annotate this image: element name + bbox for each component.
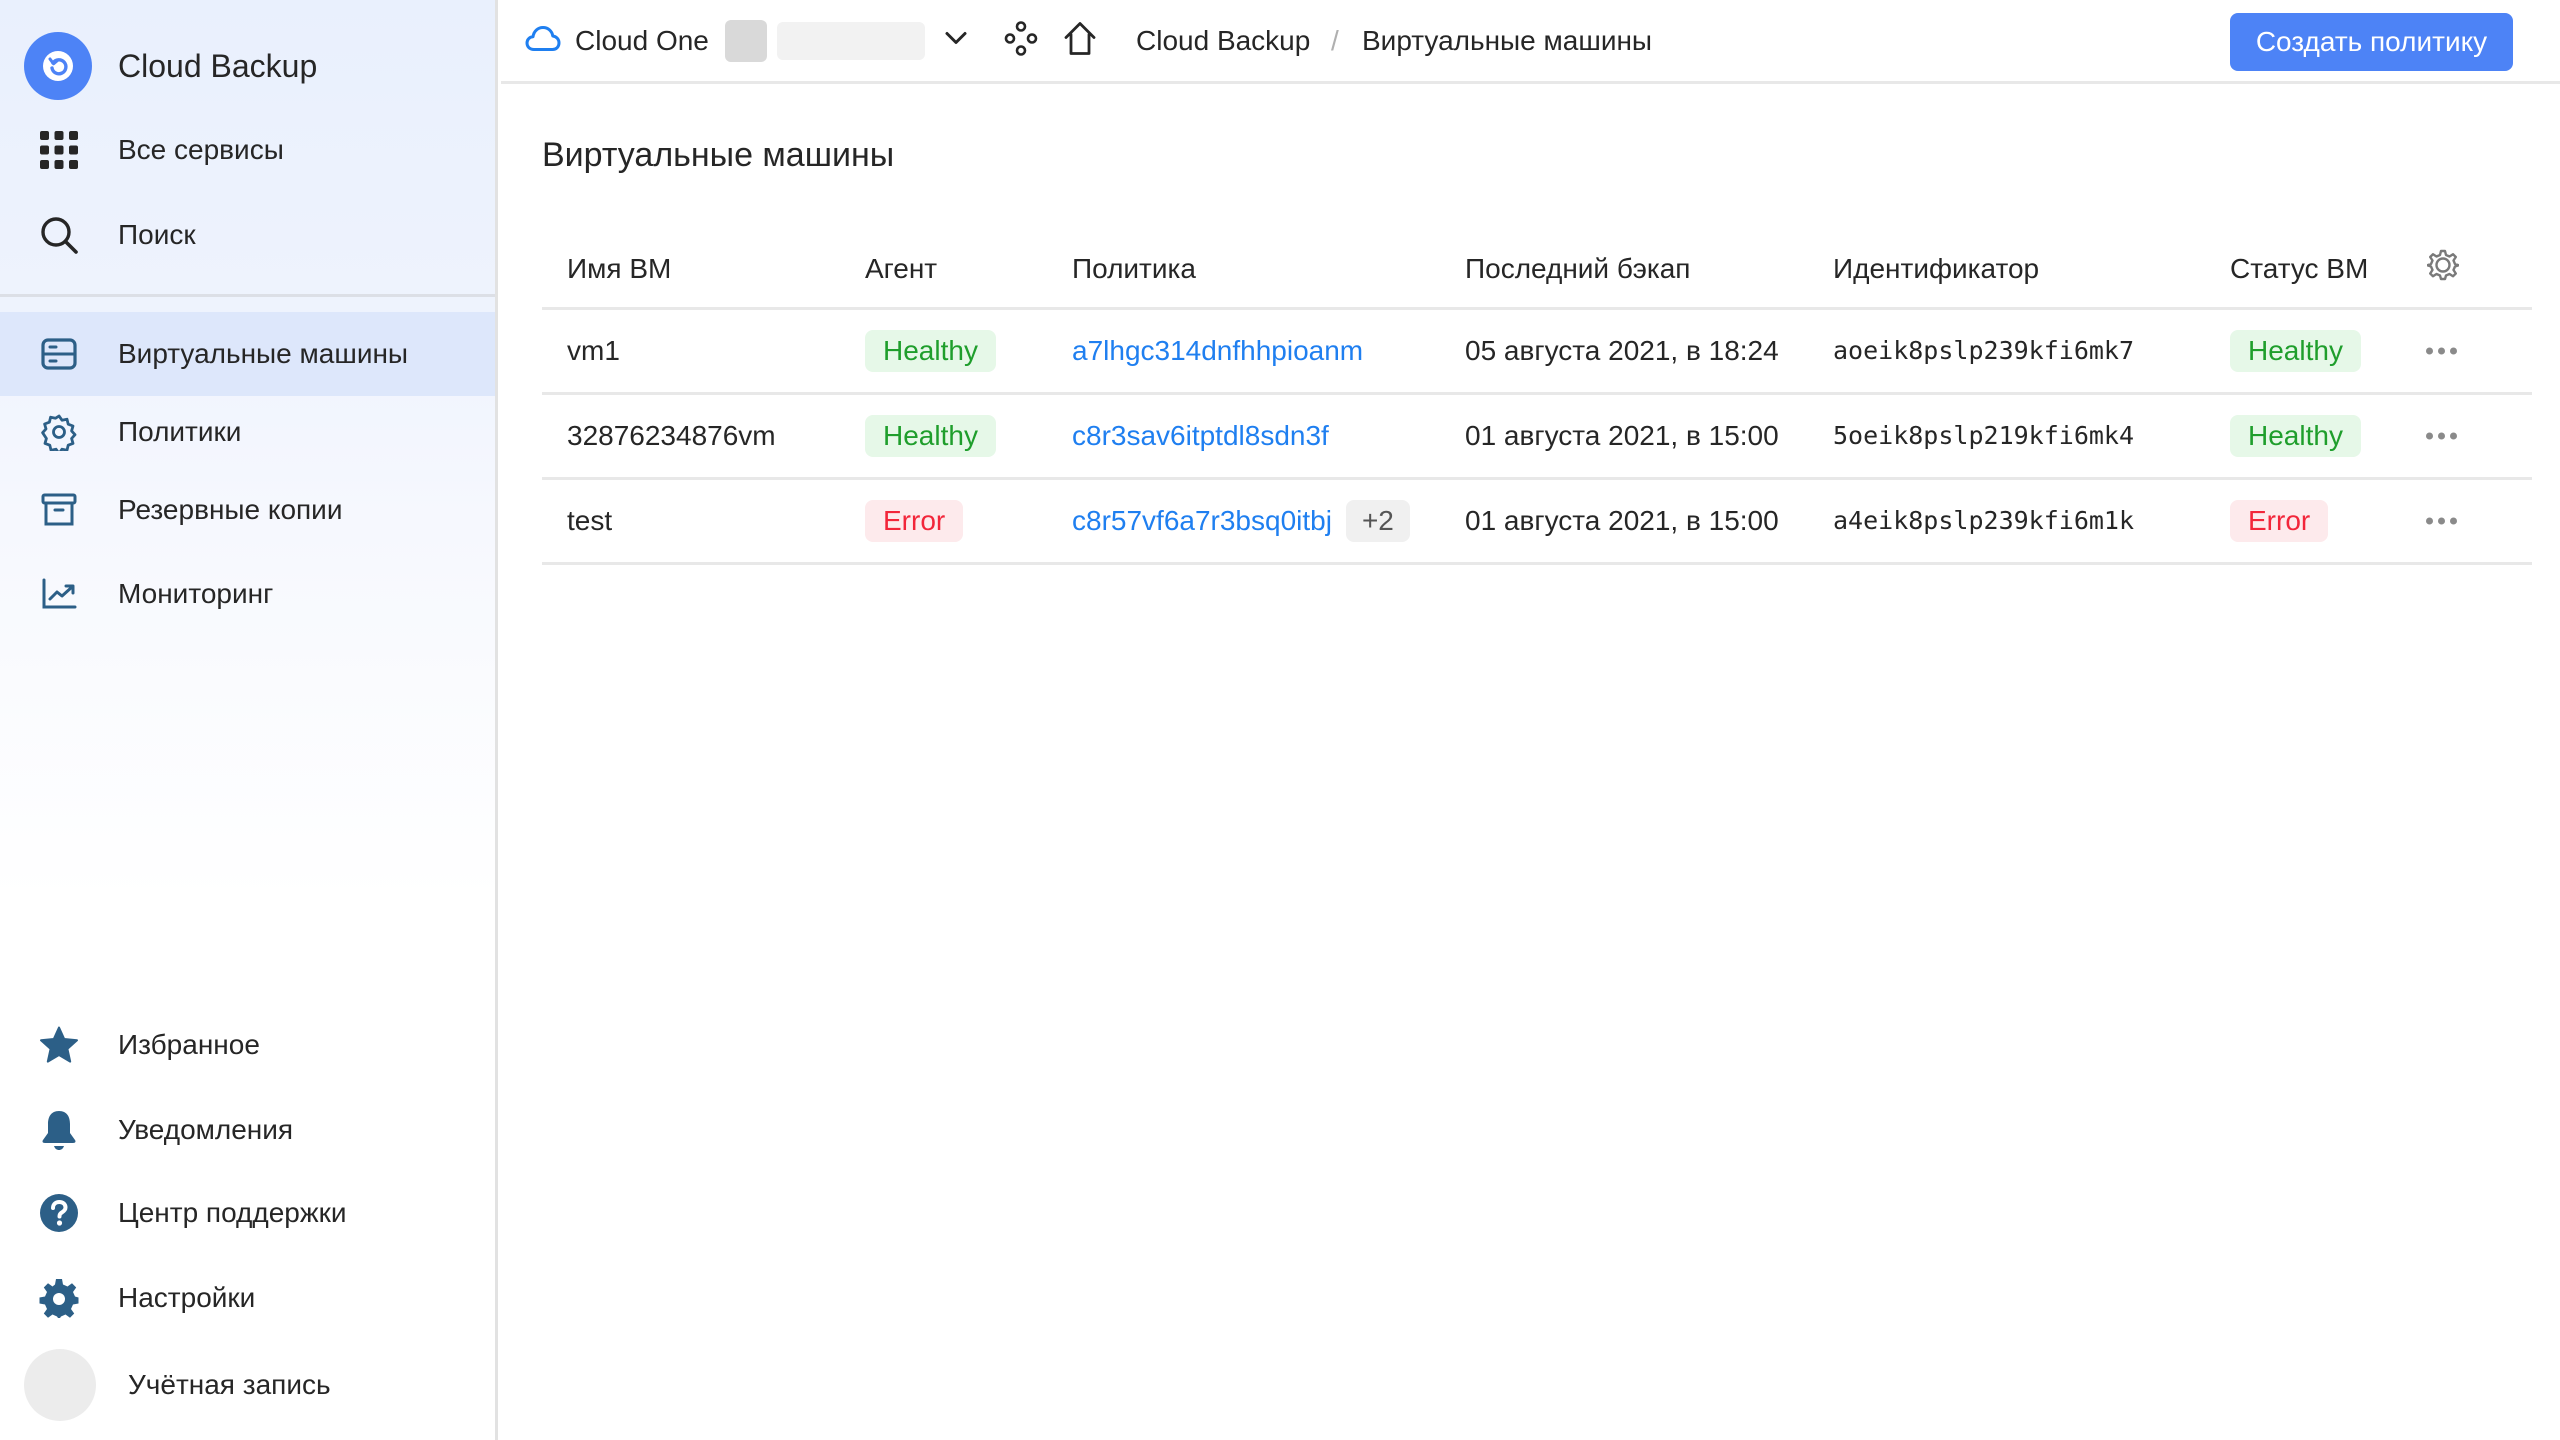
policy-link[interactable]: c8r3sav6itptdl8sdn3f [1072,420,1329,451]
sidebar-item-monitoring[interactable]: Мониторинг [0,552,495,636]
service-title: Cloud Backup [118,48,318,84]
agent-status-badge: Healthy [865,415,996,457]
sidebar-item-virtual-machines[interactable]: Виртуальные машины [0,312,495,396]
vm-table: Имя ВМ Агент Политика Последний бэкап Ид… [542,230,2532,565]
sidebar-item-settings[interactable]: Настройки [0,1256,495,1340]
breadcrumb-separator: / [1331,24,1339,56]
top-header: Cloud One Cloud Backup / Виртуальные маш… [501,0,2560,84]
gear-icon [38,1277,80,1319]
avatar[interactable] [24,1349,96,1421]
more-actions-icon[interactable] [2422,342,2461,361]
sidebar-item-label: Уведомления [118,1114,294,1145]
search-icon [38,214,80,256]
vm-id: 5oeik8pslp219kfi6mk4 [1833,421,2135,450]
agent-status-badge: Error [865,500,964,542]
sidebar-item-label: Поиск [118,219,196,250]
cloud-name[interactable]: Cloud One [575,24,709,58]
column-header-last-backup[interactable]: Последний бэкап [1465,252,1690,286]
bell-icon [38,1109,80,1151]
vm-id: aoeik8pslp239kfi6mk7 [1833,336,2135,365]
vm-name[interactable]: vm1 [567,334,620,368]
folder-avatar[interactable] [725,19,767,62]
sidebar-item-label: Все сервисы [118,134,284,165]
agent-status-badge: Healthy [865,330,996,372]
last-backup: 01 августа 2021, в 15:00 [1465,505,1779,536]
more-policies-badge[interactable]: +2 [1345,500,1410,542]
table-row[interactable]: test Error c8r57vf6a7r3bsq0itbj +2 01 авг… [542,480,2532,565]
more-actions-icon[interactable] [2422,512,2461,531]
more-actions-icon[interactable] [2422,427,2461,446]
cloud-backup-logo-icon[interactable] [24,32,92,100]
column-header-id[interactable]: Идентификатор [1833,252,2039,286]
breadcrumb-cloud-backup[interactable]: Cloud Backup [1136,24,1310,58]
last-backup: 01 августа 2021, в 15:00 [1465,420,1779,451]
column-header-status[interactable]: Статус ВМ [2230,252,2368,286]
create-policy-button[interactable]: Создать политику [2230,13,2513,71]
chart-icon [38,573,80,615]
home-icon[interactable] [1063,20,1097,61]
sidebar-item-label: Резервные копии [118,494,343,525]
vm-id: a4eik8pslp239kfi6m1k [1833,506,2135,535]
sidebar-item-label: Центр поддержки [118,1197,347,1228]
nodes-icon[interactable] [1003,20,1039,61]
chevron-down-icon[interactable] [944,30,968,51]
table-row[interactable]: vm1 Healthy a7lhgc314dnfhhpioanm 05 авгу… [542,310,2532,395]
table-row[interactable]: 32876234876vm Healthy c8r3sav6itptdl8sdn… [542,395,2532,480]
table-header-row: Имя ВМ Агент Политика Последний бэкап Ид… [542,230,2532,310]
sidebar-item-label: Учётная запись [128,1369,331,1400]
cloud-icon [525,24,561,57]
vm-status-badge: Healthy [2230,415,2361,457]
vm-name[interactable]: test [567,504,612,538]
table-settings-icon[interactable] [2426,249,2460,289]
sidebar-item-backups[interactable]: Резервные копии [0,468,495,552]
last-backup: 05 августа 2021, в 18:24 [1465,335,1779,366]
sidebar-item-label: Политики [118,416,242,447]
sidebar-item-label: Избранное [118,1029,260,1060]
gear-outline-icon [38,411,80,453]
sidebar-item-label: Мониторинг [118,578,274,609]
breadcrumb-current: Виртуальные машины [1362,24,1653,56]
vm-name[interactable]: 32876234876vm [567,419,776,453]
column-header-policy[interactable]: Политика [1072,252,1196,286]
policy-link[interactable]: a7lhgc314dnfhhpioanm [1072,335,1363,366]
sidebar-item-support[interactable]: Центр поддержки [0,1171,495,1255]
page-title: Виртуальные машины [542,136,895,174]
archive-icon [38,489,80,531]
sidebar-divider [0,294,495,297]
sidebar-item-all-services[interactable]: Все сервисы [0,108,495,192]
help-icon [38,1192,80,1234]
server-icon [38,333,80,375]
sidebar-item-search[interactable]: Поиск [0,193,495,277]
column-header-agent[interactable]: Агент [865,252,937,286]
sidebar-item-label: Виртуальные машины [118,338,409,369]
vm-status-badge: Healthy [2230,330,2361,372]
folder-selector[interactable] [777,21,925,60]
policy-link[interactable]: c8r57vf6a7r3bsq0itbj [1072,505,1332,536]
sidebar-item-notifications[interactable]: Уведомления [0,1088,495,1172]
sidebar: Cloud Backup Все сервисы Поиск Виртуальн… [0,0,498,1440]
sidebar-item-policies[interactable]: Политики [0,390,495,474]
star-icon [38,1024,80,1066]
grid-icon [38,129,80,171]
sidebar-item-favorites[interactable]: Избранное [0,1003,495,1087]
vm-status-badge: Error [2230,500,2329,542]
column-header-name[interactable]: Имя ВМ [567,252,671,286]
sidebar-item-label: Настройки [118,1282,256,1313]
